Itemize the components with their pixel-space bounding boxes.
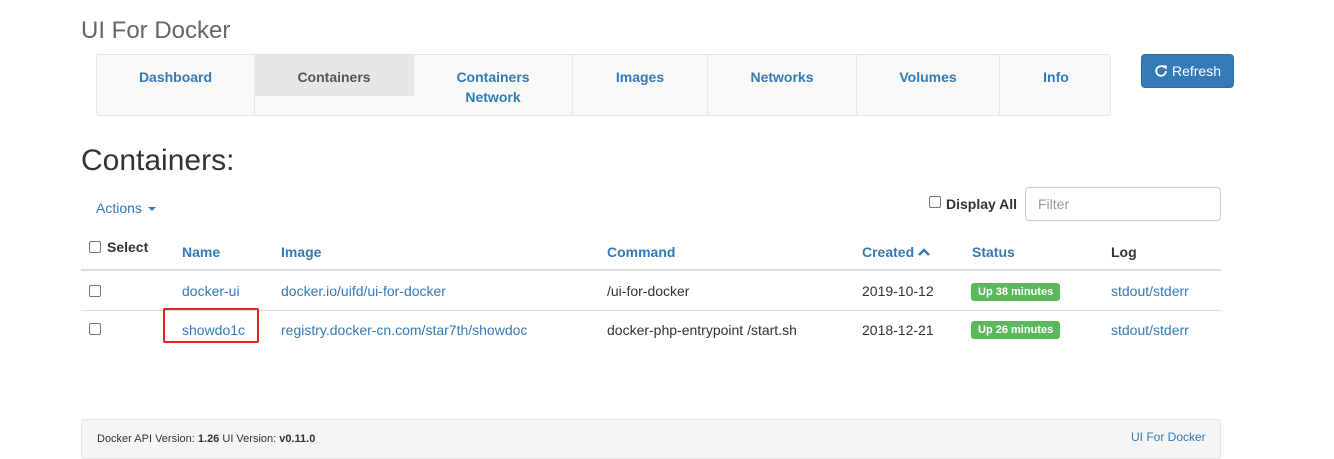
container-created: 2019-10-12 xyxy=(862,283,934,299)
tab-networks[interactable]: Networks xyxy=(708,55,857,115)
header-divider xyxy=(81,269,1221,271)
actions-dropdown[interactable]: Actions xyxy=(96,198,156,218)
column-header-name[interactable]: Name xyxy=(182,243,220,261)
container-image-link[interactable]: docker.io/uifd/ui-for-docker xyxy=(281,282,446,300)
container-name-link[interactable]: showdo1c xyxy=(182,321,245,339)
tab-containers[interactable]: Containers xyxy=(255,55,414,96)
chevron-up-icon xyxy=(918,248,931,256)
tab-containers-network[interactable]: Containers Network xyxy=(414,55,573,115)
caret-down-icon xyxy=(147,207,156,211)
tab-dashboard[interactable]: Dashboard xyxy=(97,55,255,115)
footer-link[interactable]: UI For Docker xyxy=(1131,430,1206,444)
container-command: /ui-for-docker xyxy=(607,283,690,299)
tab-images[interactable]: Images xyxy=(573,55,708,115)
column-header-command[interactable]: Command xyxy=(607,243,675,261)
column-header-image[interactable]: Image xyxy=(281,243,321,261)
row-divider xyxy=(81,310,1221,311)
footer-version-info: Docker API Version: 1.26 UI Version: v0.… xyxy=(97,433,316,445)
select-all-checkbox[interactable] xyxy=(89,241,101,253)
app-title: UI For Docker xyxy=(81,17,231,44)
display-all-toggle[interactable]: Display All xyxy=(929,194,1017,214)
select-all-header[interactable]: Select xyxy=(89,238,148,256)
main-nav: Dashboard Containers Containers Network … xyxy=(96,54,1111,116)
container-image-link[interactable]: registry.docker-cn.com/star7th/showdoc xyxy=(281,321,527,339)
status-badge: Up 26 minutes xyxy=(971,320,1061,339)
display-all-checkbox[interactable] xyxy=(929,196,941,208)
refresh-icon xyxy=(1155,65,1167,77)
filter-input[interactable] xyxy=(1025,187,1221,221)
column-header-log: Log xyxy=(1111,244,1137,260)
page-title: Containers: xyxy=(81,144,235,177)
container-command: docker-php-entrypoint /start.sh xyxy=(607,322,797,338)
log-link[interactable]: stdout/stderr xyxy=(1111,321,1189,339)
tab-volumes[interactable]: Volumes xyxy=(857,55,1000,115)
row-checkbox[interactable] xyxy=(89,322,101,338)
row-checkbox[interactable] xyxy=(89,284,101,300)
log-link[interactable]: stdout/stderr xyxy=(1111,282,1189,300)
column-header-created[interactable]: Created xyxy=(862,243,931,261)
refresh-button[interactable]: Refresh xyxy=(1141,54,1234,88)
tab-info[interactable]: Info xyxy=(1000,55,1112,115)
column-header-status[interactable]: Status xyxy=(972,243,1015,261)
container-created: 2018-12-21 xyxy=(862,322,934,338)
status-badge: Up 38 minutes xyxy=(971,282,1061,301)
container-name-link[interactable]: docker-ui xyxy=(182,282,240,300)
